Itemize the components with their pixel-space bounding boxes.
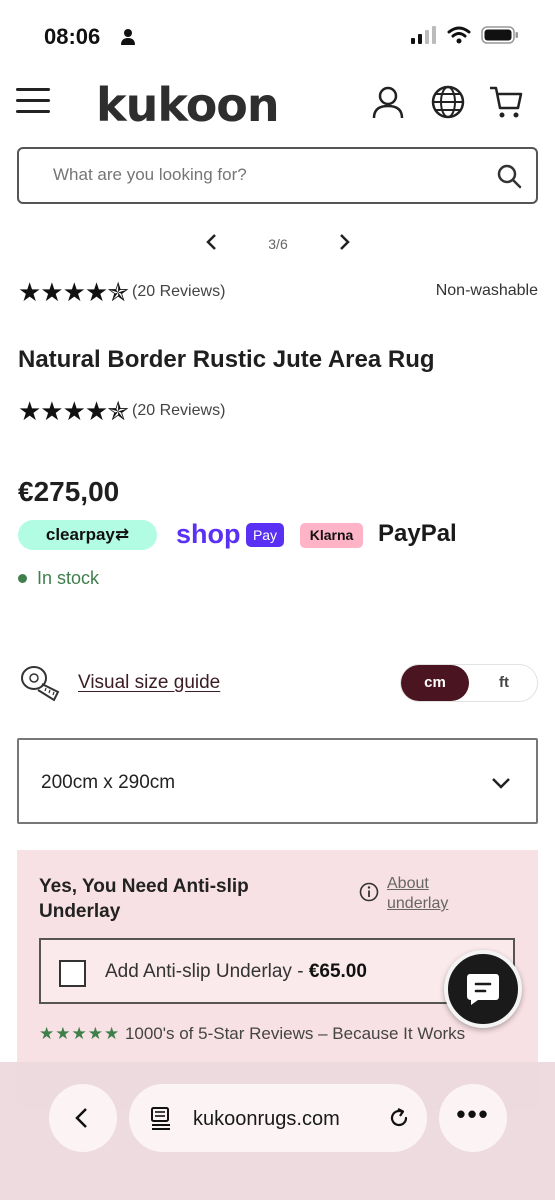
chat-button[interactable] (444, 950, 522, 1028)
unit-cm-button[interactable]: cm (401, 665, 469, 701)
status-bar: 08:06 (0, 0, 555, 72)
globe-icon[interactable] (430, 84, 466, 120)
klarna-logo: Klarna (300, 523, 363, 548)
shop-pay-logo: shop (176, 519, 241, 549)
signal-icon (411, 26, 436, 44)
chat-icon (467, 974, 499, 1005)
reviews-link[interactable]: (20 Reviews) (132, 402, 225, 420)
addon-label-text: Add Anti-slip Underlay - (105, 961, 309, 982)
reload-icon[interactable] (387, 1106, 411, 1130)
review-note-text: 1000's of 5-Star Reviews – Because It Wo… (124, 1024, 466, 1043)
browser-more-button[interactable]: ••• (439, 1084, 507, 1152)
product-price: €275,00 (18, 476, 120, 507)
size-guide-row: Visual size guide cm ft (18, 660, 538, 704)
browser-toolbar: kukoonrugs.com ••• (0, 1062, 555, 1200)
search-input[interactable] (53, 165, 473, 185)
browser-back-button[interactable] (49, 1084, 117, 1152)
chevron-left-icon (75, 1108, 87, 1128)
about-underlay-link[interactable]: About underlay (387, 874, 477, 914)
browser-url-bar[interactable]: kukoonrugs.com (129, 1084, 427, 1152)
size-select-value: 200cm x 290cm (41, 772, 176, 793)
battery-icon (481, 26, 518, 44)
search-icon[interactable] (496, 163, 522, 189)
unit-toggle[interactable]: cm ft (400, 664, 538, 702)
stock-status: In stock (18, 568, 99, 589)
size-select[interactable]: 200cm x 290cm (17, 738, 538, 824)
cart-icon[interactable] (488, 84, 524, 120)
payment-methods: clearpay⇄ shop Pay Klarna PayPal (18, 518, 538, 552)
addon-price: €65.00 (308, 961, 367, 982)
chevron-down-icon (492, 778, 510, 789)
reviews-note: ★★★★★ 1000's of 5-Star Reviews – Because… (39, 1022, 499, 1046)
rating-row-top: ★★★★✯ (20 Reviews) Non-washable (18, 278, 538, 306)
paypal-logo: PayPal (378, 520, 457, 547)
chevron-left-icon[interactable] (200, 230, 224, 254)
underlay-title: Yes, You Need Anti-slip Underlay (39, 876, 249, 922)
clearpay-logo: clearpay⇄ (18, 520, 157, 550)
stock-text: In stock (37, 568, 100, 588)
gallery-nav: 3/6 (0, 228, 555, 258)
menu-icon[interactable] (16, 88, 50, 116)
tape-measure-icon (21, 666, 60, 702)
size-guide-link[interactable]: Visual size guide (78, 672, 220, 694)
reviews-link[interactable]: (20 Reviews) (132, 283, 225, 301)
review-stars: ★★★★★ (39, 1024, 121, 1043)
page-menu-icon[interactable] (149, 1106, 173, 1130)
stock-dot-icon (18, 574, 27, 583)
site-header: kukoon (0, 78, 555, 134)
rating-stars: ★★★★✯ (18, 396, 129, 426)
person-status-icon (121, 29, 135, 45)
addon-label: Add Anti-slip Underlay - €65.00 (105, 961, 367, 983)
unit-ft-button[interactable]: ft (471, 665, 537, 701)
washable-label: Non-washable (435, 282, 538, 299)
rating-row: ★★★★✯ (20 Reviews) (18, 397, 538, 425)
info-icon[interactable] (359, 882, 379, 902)
browser-url-text: kukoonrugs.com (193, 1108, 340, 1130)
wifi-icon (447, 26, 471, 44)
underlay-checkbox[interactable] (59, 960, 86, 987)
site-logo[interactable]: kukoon (96, 78, 280, 132)
product-title: Natural Border Rustic Jute Area Rug (18, 346, 435, 373)
gallery-counter: 3/6 (268, 236, 288, 252)
shop-pay-badge: Pay (246, 523, 284, 547)
rating-stars: ★★★★✯ (18, 277, 129, 307)
account-icon[interactable] (370, 84, 406, 120)
status-icons (411, 26, 519, 44)
more-icon: ••• (456, 1099, 490, 1129)
search-bar[interactable] (17, 147, 538, 204)
chevron-right-icon[interactable] (332, 230, 356, 254)
status-time: 08:06 (44, 24, 101, 49)
